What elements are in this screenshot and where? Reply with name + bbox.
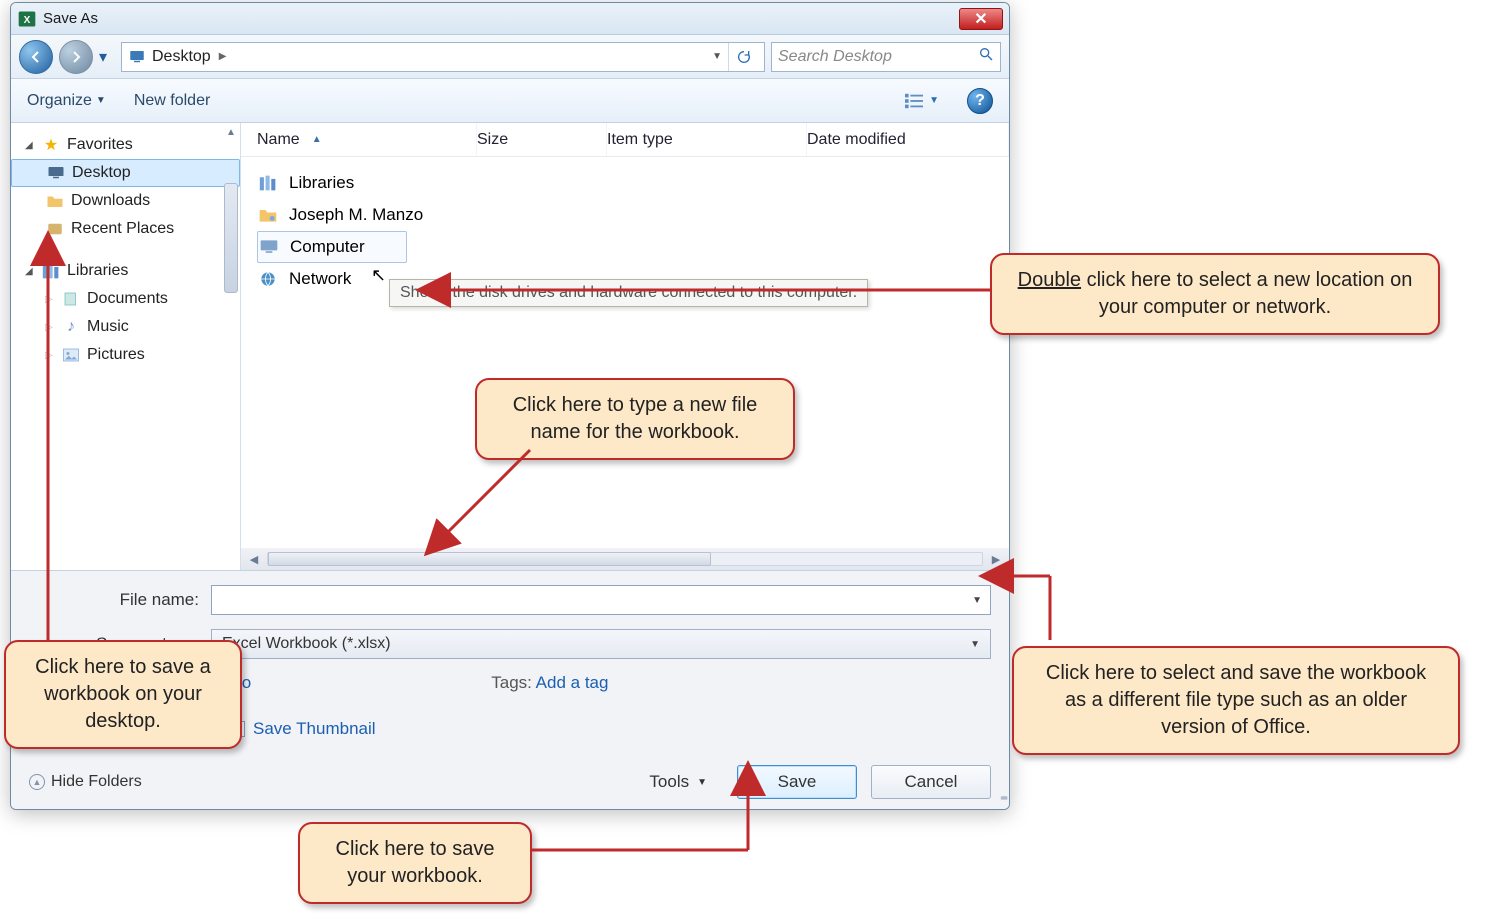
column-headers: Name▲ Size Item type Date modified [241, 123, 1009, 157]
callout-save-type: Click here to select and save the workbo… [1012, 646, 1460, 755]
sort-asc-icon: ▲ [312, 134, 322, 145]
svg-text:X: X [24, 15, 31, 26]
refresh-button[interactable] [728, 43, 758, 71]
horizontal-scrollbar[interactable]: ◀ ▶ [241, 548, 1009, 570]
cursor-icon: ↖ [371, 265, 386, 286]
help-button[interactable]: ? [967, 88, 993, 114]
tags-label: Tags: Add a tag [491, 673, 608, 693]
callout-computer: Double click here to select a new locati… [990, 253, 1440, 335]
excel-icon: X [17, 9, 37, 29]
expand-icon[interactable]: ▷ [45, 350, 55, 361]
chevron-down-icon[interactable]: ▼ [972, 595, 982, 606]
desktop-icon [128, 48, 146, 66]
collapse-icon[interactable]: ◢ [25, 266, 35, 277]
callout-file-name: Click here to type a new file name for t… [475, 378, 795, 460]
user-folder-icon [257, 206, 279, 224]
sidebar-item-desktop[interactable]: Desktop [11, 159, 240, 187]
resize-grip-icon[interactable]: ▪▪▪ [1000, 790, 1005, 805]
chevron-down-icon: ▼ [929, 95, 939, 106]
search-icon [978, 46, 994, 67]
search-placeholder: Search Desktop [778, 48, 892, 66]
breadcrumb[interactable]: Desktop [152, 48, 211, 66]
body: ▲ ◢ ★ Favorites Desktop Downloads [11, 123, 1009, 571]
list-item[interactable]: Joseph M. Manzo [257, 199, 1009, 231]
navbar: ▾ Desktop ▶ ▼ Search Desktop [11, 35, 1009, 79]
scroll-right-icon[interactable]: ▶ [987, 553, 1005, 566]
organize-button[interactable]: Organize ▼ [27, 92, 106, 110]
music-icon: ♪ [61, 318, 81, 336]
file-name-input[interactable]: ▼ [211, 585, 991, 615]
desktop-icon [46, 165, 66, 181]
scroll-left-icon[interactable]: ◀ [245, 553, 263, 566]
file-name-label: File name: [29, 590, 199, 610]
window-title: Save As [43, 10, 98, 27]
close-button[interactable]: ✕ [959, 8, 1003, 30]
chevron-down-icon: ▼ [96, 95, 106, 106]
collapse-icon[interactable]: ◢ [25, 140, 35, 151]
tree-libraries[interactable]: ◢ Libraries [11, 257, 240, 285]
address-dropdown[interactable]: ▼ [712, 51, 722, 62]
history-dropdown[interactable]: ▾ [99, 47, 115, 67]
back-button[interactable] [19, 40, 53, 74]
chevron-down-icon[interactable]: ▼ [970, 639, 980, 650]
tree-favorites[interactable]: ◢ ★ Favorites [11, 131, 240, 159]
col-size[interactable]: Size [477, 123, 607, 156]
tools-menu[interactable]: Tools ▼ [649, 772, 707, 792]
new-folder-button[interactable]: New folder [134, 92, 210, 110]
list-view-icon [903, 92, 925, 110]
file-area: Name▲ Size Item type Date modified Libra… [241, 123, 1009, 570]
callout-save: Click here to save your workbook. [298, 822, 532, 904]
scroll-thumb[interactable] [268, 552, 711, 566]
toolbar: Organize ▼ New folder ▼ ? [11, 79, 1009, 123]
address-bar[interactable]: Desktop ▶ ▼ [121, 42, 765, 72]
save-button[interactable]: Save [737, 765, 857, 799]
tags-value[interactable]: Add a tag [536, 673, 609, 692]
titlebar: X Save As ✕ [11, 3, 1009, 35]
cancel-button[interactable]: Cancel [871, 765, 991, 799]
libraries-icon [257, 174, 279, 192]
folder-icon [45, 193, 65, 209]
col-type[interactable]: Item type [607, 123, 807, 156]
collapse-icon: ▲ [29, 774, 45, 790]
chevron-right-icon[interactable]: ▶ [219, 51, 227, 62]
view-button[interactable]: ▼ [903, 92, 939, 110]
expand-icon[interactable]: ▷ [45, 322, 55, 333]
hide-folders-button[interactable]: ▲ Hide Folders [29, 773, 142, 791]
list-item[interactable]: Libraries [257, 167, 1009, 199]
scrollbar-thumb[interactable] [224, 183, 238, 293]
nav-sidebar: ▲ ◢ ★ Favorites Desktop Downloads [11, 123, 241, 570]
sidebar-item-recent-places[interactable]: Recent Places [11, 215, 240, 243]
list-item-computer[interactable]: Computer [257, 231, 407, 263]
sidebar-item-pictures[interactable]: ▷ Pictures [11, 341, 240, 369]
network-icon [257, 270, 279, 288]
computer-icon [258, 238, 280, 256]
chevron-down-icon: ▼ [697, 777, 707, 788]
sidebar-item-documents[interactable]: ▷ Documents [11, 285, 240, 313]
expand-icon[interactable]: ▷ [45, 294, 55, 305]
file-list: Libraries Joseph M. Manzo Computer Netwo… [241, 157, 1009, 295]
save-thumbnail-label[interactable]: Save Thumbnail [253, 719, 376, 739]
recent-icon [45, 221, 65, 237]
save-type-combo[interactable]: Excel Workbook (*.xlsx) ▼ [211, 629, 991, 659]
col-date[interactable]: Date modified [807, 123, 1009, 156]
pictures-icon [61, 347, 81, 363]
scroll-up-icon[interactable]: ▲ [224, 127, 238, 141]
libraries-icon [41, 262, 61, 280]
scroll-track[interactable] [267, 552, 983, 566]
documents-icon [61, 291, 81, 307]
col-name[interactable]: Name▲ [257, 123, 477, 156]
forward-button[interactable] [59, 40, 93, 74]
tooltip: Shows the disk drives and hardware conne… [389, 279, 868, 307]
callout-desktop: Click here to save a workbook on your de… [4, 640, 242, 749]
sidebar-item-music[interactable]: ▷ ♪ Music [11, 313, 240, 341]
star-icon: ★ [41, 135, 61, 155]
sidebar-item-downloads[interactable]: Downloads [11, 187, 240, 215]
close-icon: ✕ [974, 9, 987, 29]
search-input[interactable]: Search Desktop [771, 42, 1001, 72]
